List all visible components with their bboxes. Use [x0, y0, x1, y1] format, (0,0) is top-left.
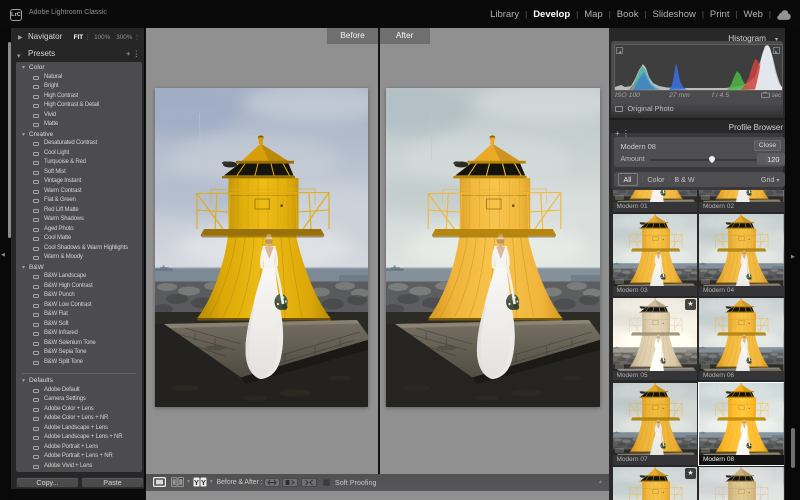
svg-text:Y: Y: [194, 478, 199, 487]
svg-text:Y: Y: [201, 478, 206, 487]
